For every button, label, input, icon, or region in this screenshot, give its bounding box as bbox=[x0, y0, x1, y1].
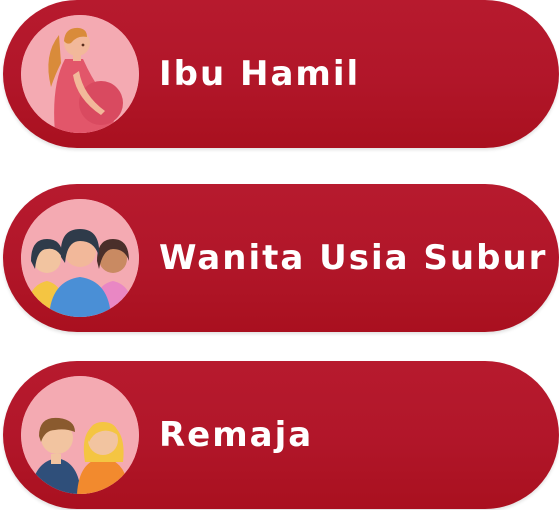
menu-item-remaja[interactable]: Remaja bbox=[3, 361, 559, 509]
menu-item-label: Ibu Hamil bbox=[159, 54, 361, 94]
menu-item-wanita-usia-subur[interactable]: Wanita Usia Subur bbox=[3, 184, 559, 332]
menu-item-label: Wanita Usia Subur bbox=[159, 238, 548, 278]
women-group-icon bbox=[21, 199, 139, 317]
teenagers-icon bbox=[21, 376, 139, 494]
menu-item-label: Remaja bbox=[159, 415, 314, 455]
menu-item-ibu-hamil[interactable]: Ibu Hamil bbox=[3, 0, 559, 148]
pregnant-woman-icon bbox=[21, 15, 139, 133]
